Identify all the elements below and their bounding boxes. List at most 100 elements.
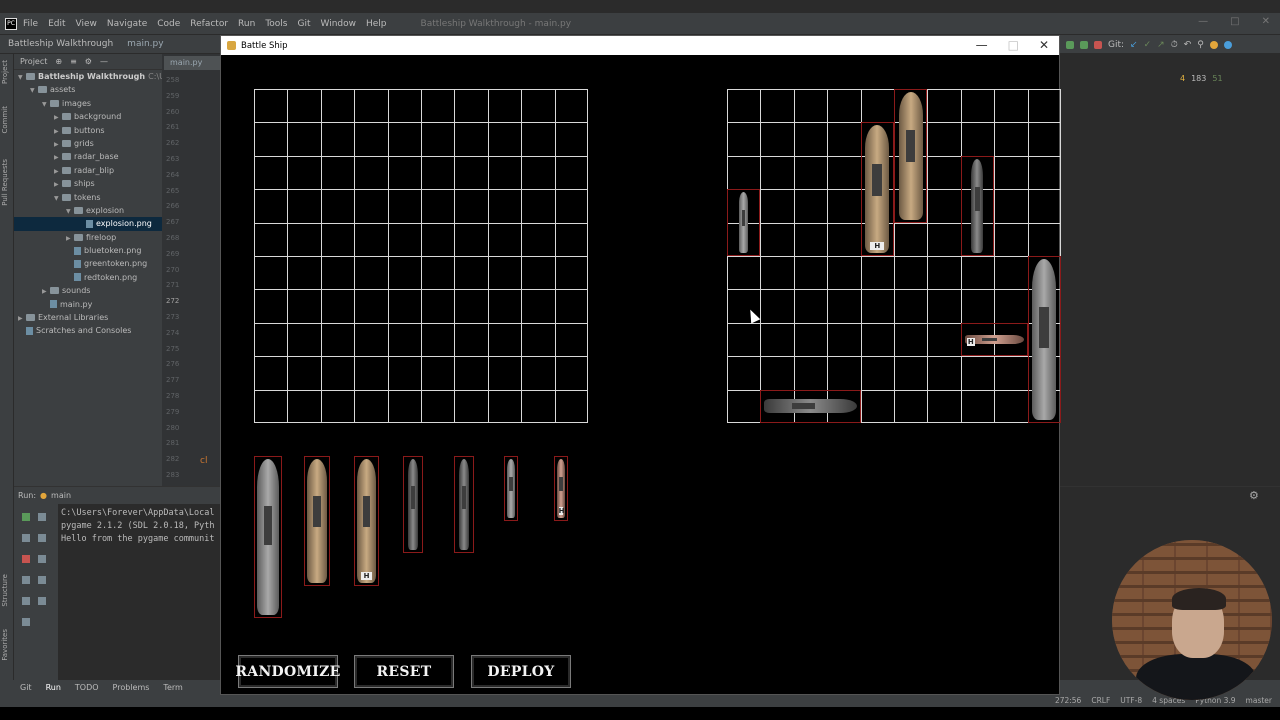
grid-cell[interactable] bbox=[387, 155, 421, 190]
grid-cell[interactable] bbox=[387, 322, 421, 357]
tree-folder-item[interactable]: ▶ buttons bbox=[14, 124, 162, 137]
grid-cell[interactable] bbox=[894, 222, 928, 256]
grid-cell[interactable] bbox=[827, 89, 861, 123]
reset-button[interactable]: RESET bbox=[354, 655, 454, 688]
expand-down-icon[interactable]: ▼ bbox=[18, 71, 26, 84]
menu-edit[interactable]: Edit bbox=[48, 19, 65, 29]
wrench-icon[interactable] bbox=[22, 534, 30, 542]
grid-cell[interactable] bbox=[521, 322, 555, 357]
grid-cell[interactable] bbox=[421, 89, 455, 123]
grid-cell[interactable] bbox=[793, 289, 828, 323]
grid-cell[interactable] bbox=[354, 155, 388, 190]
grid-cell[interactable] bbox=[320, 289, 355, 323]
grid-cell[interactable] bbox=[354, 322, 388, 357]
game-minimize-button[interactable]: — bbox=[976, 38, 988, 52]
grid-cell[interactable] bbox=[320, 322, 355, 357]
grid-cell[interactable] bbox=[454, 222, 488, 256]
favorites-tool-tab[interactable]: Favorites bbox=[1, 629, 9, 661]
grid-cell[interactable] bbox=[994, 289, 1028, 323]
menu-file[interactable]: File bbox=[23, 19, 38, 29]
run-config-tab[interactable]: main bbox=[51, 491, 71, 500]
grid-cell[interactable] bbox=[320, 256, 355, 290]
tree-file-item[interactable]: bluetoken.png bbox=[14, 244, 162, 257]
grid-cell[interactable] bbox=[760, 155, 794, 190]
grid-cell[interactable] bbox=[827, 155, 861, 190]
grid-cell[interactable] bbox=[827, 322, 861, 357]
grid-cell[interactable] bbox=[287, 389, 321, 423]
grid-cell[interactable] bbox=[521, 222, 555, 256]
tree-folder-item[interactable]: ▶ sounds bbox=[14, 284, 162, 297]
grid-cell[interactable] bbox=[994, 256, 1028, 290]
tree-folder-item[interactable]: ▶ background bbox=[14, 110, 162, 123]
grid-cell[interactable] bbox=[793, 89, 828, 123]
grid-cell[interactable] bbox=[487, 122, 522, 156]
grid-cell[interactable] bbox=[320, 122, 355, 156]
updates-icon[interactable] bbox=[1209, 41, 1218, 49]
enemy-ship-patrol-boat[interactable] bbox=[727, 189, 761, 256]
grid-cell[interactable] bbox=[287, 189, 321, 223]
grid-cell[interactable] bbox=[454, 122, 488, 156]
grid-cell[interactable] bbox=[793, 256, 828, 290]
grid-cell[interactable] bbox=[960, 356, 995, 390]
run-settings-icon[interactable]: ⚙ bbox=[1249, 489, 1259, 502]
grid-cell[interactable] bbox=[521, 289, 555, 323]
enemy-ship-rescue-ship[interactable]: H bbox=[960, 322, 1028, 357]
grid-cell[interactable] bbox=[387, 189, 421, 223]
grid-cell[interactable] bbox=[827, 222, 861, 256]
project-view-label[interactable]: Project bbox=[20, 57, 47, 66]
grid-cell[interactable] bbox=[1027, 122, 1061, 156]
grid-cell[interactable] bbox=[521, 356, 555, 390]
grid-cell[interactable] bbox=[287, 256, 321, 290]
inspection-widget[interactable]: 4 183 51 bbox=[1180, 74, 1223, 83]
grid-cell[interactable] bbox=[454, 389, 488, 423]
grid-cell[interactable] bbox=[320, 189, 355, 223]
grid-cell[interactable] bbox=[760, 222, 794, 256]
grid-cell[interactable] bbox=[727, 122, 761, 156]
grid-cell[interactable] bbox=[320, 222, 355, 256]
expand-right-icon[interactable]: ▶ bbox=[54, 138, 62, 151]
tree-folder-item[interactable]: ▼ images bbox=[14, 97, 162, 110]
grid-cell[interactable] bbox=[927, 189, 961, 223]
breadcrumb-file[interactable]: main.py bbox=[127, 39, 163, 49]
grid-cell[interactable] bbox=[354, 189, 388, 223]
grid-cell[interactable] bbox=[320, 356, 355, 390]
grid-cell[interactable] bbox=[927, 289, 961, 323]
randomize-button[interactable]: RANDOMIZE bbox=[235, 655, 340, 688]
grid-cell[interactable] bbox=[994, 89, 1028, 123]
grid-cell[interactable] bbox=[521, 256, 555, 290]
grid-cell[interactable] bbox=[254, 122, 288, 156]
grid-cell[interactable] bbox=[254, 322, 288, 357]
grid-cell[interactable] bbox=[521, 389, 555, 423]
menu-help[interactable]: Help bbox=[366, 19, 387, 29]
grid-cell[interactable] bbox=[387, 222, 421, 256]
grid-cell[interactable] bbox=[860, 256, 894, 290]
status-item[interactable]: 272:56 bbox=[1055, 696, 1081, 705]
expand-right-icon[interactable]: ▶ bbox=[54, 178, 62, 191]
grid-cell[interactable] bbox=[760, 322, 794, 357]
grid-cell[interactable] bbox=[1027, 222, 1061, 256]
fleet-ship-battleship[interactable] bbox=[304, 456, 330, 586]
grid-cell[interactable] bbox=[287, 222, 321, 256]
bottom-tool-git[interactable]: Git bbox=[20, 683, 32, 692]
grid-cell[interactable] bbox=[827, 256, 861, 290]
grid-cell[interactable] bbox=[554, 89, 588, 123]
grid-cell[interactable] bbox=[927, 389, 961, 423]
grid-cell[interactable] bbox=[487, 256, 522, 290]
grid-cell[interactable] bbox=[827, 189, 861, 223]
grid-cell[interactable] bbox=[927, 155, 961, 190]
print-icon[interactable] bbox=[38, 597, 46, 605]
menu-window[interactable]: Window bbox=[321, 19, 357, 29]
grid-cell[interactable] bbox=[254, 155, 288, 190]
collapse-all-icon[interactable]: ≡ bbox=[70, 57, 77, 66]
pin-icon[interactable] bbox=[22, 597, 30, 605]
grid-cell[interactable] bbox=[793, 122, 828, 156]
tree-folder-item[interactable]: ▶ radar_blip bbox=[14, 164, 162, 177]
grid-cell[interactable] bbox=[487, 222, 522, 256]
grid-cell[interactable] bbox=[421, 222, 455, 256]
enemy-ship-carrier[interactable] bbox=[1027, 256, 1061, 423]
tree-folder-item[interactable]: ▶ grids bbox=[14, 137, 162, 150]
grid-cell[interactable] bbox=[387, 289, 421, 323]
grid-cell[interactable] bbox=[554, 155, 588, 190]
game-maximize-button[interactable]: □ bbox=[1008, 38, 1019, 52]
expand-down-icon[interactable]: ▼ bbox=[66, 205, 74, 218]
